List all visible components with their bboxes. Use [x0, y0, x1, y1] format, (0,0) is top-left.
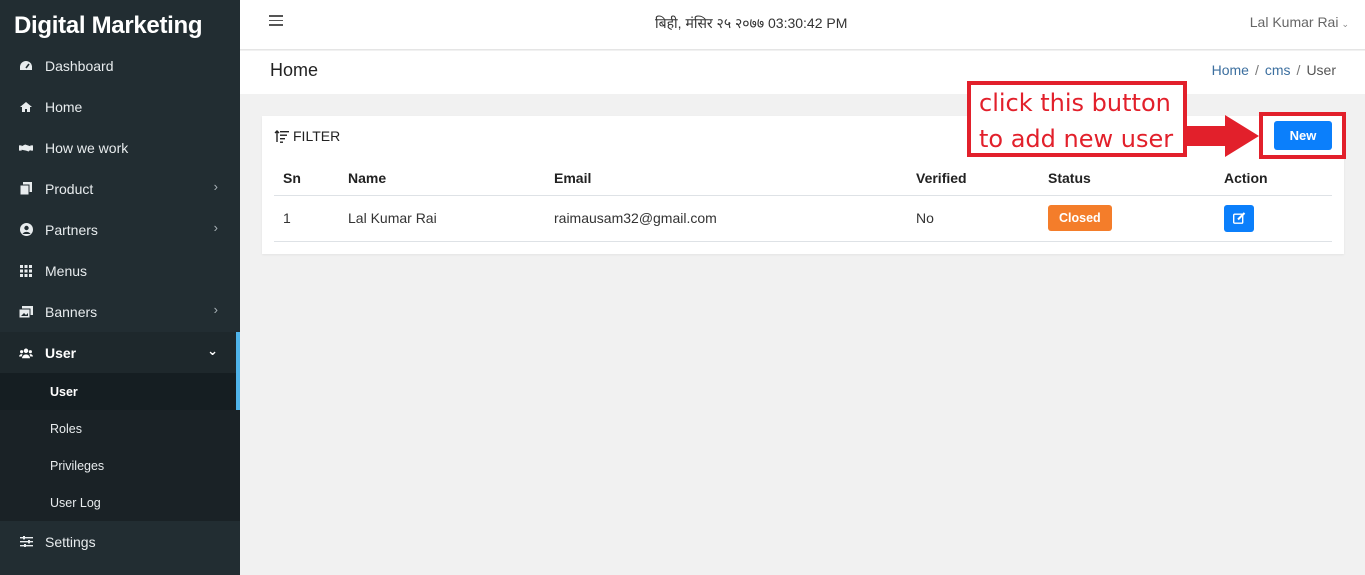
sidebar-item-menus[interactable]: Menus — [0, 250, 240, 291]
sidebar-item-label: How we work — [45, 139, 129, 156]
sidebar-item-label: Banners — [45, 303, 98, 320]
chevron-right-icon: › — [213, 302, 218, 317]
user-name: Lal Kumar Rai — [1249, 14, 1339, 30]
cell-sn: 1 — [274, 195, 339, 242]
chevron-right-icon: › — [213, 179, 218, 194]
edit-button[interactable] — [1224, 204, 1254, 232]
annotation-line-1: click this button — [979, 89, 1171, 117]
submenu-item-privileges[interactable]: Privileges — [0, 447, 236, 484]
page-title: Home — [270, 60, 319, 80]
column-header-name: Name — [339, 161, 545, 196]
chevron-right-icon: › — [213, 220, 218, 235]
submenu-item-user[interactable]: User — [0, 373, 236, 410]
annotation-callout: click this button to add new user — [967, 81, 1187, 157]
sidebar-item-label: Dashboard — [45, 57, 114, 74]
cell-verified: No — [907, 195, 1039, 242]
cell-status: Closed — [1039, 195, 1215, 242]
column-header-email: Email — [545, 161, 907, 196]
copy-icon — [19, 182, 33, 196]
users-table: Sn Name Email Verified Status Action 1 L… — [274, 161, 1332, 242]
breadcrumb-current: User — [1306, 62, 1336, 78]
sidebar: Digital Marketing Dashboard Home How we … — [0, 0, 240, 575]
column-header-verified: Verified — [907, 161, 1039, 196]
user-menu[interactable]: Lal Kumar Rai ⌄ — [1250, 14, 1349, 30]
submenu-item-user-log[interactable]: User Log — [0, 484, 236, 521]
sidebar-item-partners[interactable]: Partners › — [0, 209, 240, 250]
sidebar-item-dashboard[interactable]: Dashboard — [0, 45, 240, 86]
cell-name: Lal Kumar Rai — [339, 195, 545, 242]
column-header-status: Status — [1039, 161, 1215, 196]
sliders-icon — [19, 535, 33, 549]
sidebar-item-label: Product — [45, 180, 94, 197]
grid-icon — [19, 264, 33, 278]
sidebar-item-label: User — [45, 344, 77, 361]
sidebar-item-user[interactable]: User ⌄ — [0, 332, 240, 373]
chevron-down-icon: ⌄ — [1341, 19, 1349, 29]
edit-icon — [1232, 212, 1245, 224]
top-navbar: बिही, मंसिर २५ २०७७ 03:30:42 PM Lal Kuma… — [240, 0, 1365, 50]
annotation-arrow-icon — [1187, 115, 1259, 157]
sidebar-item-home[interactable]: Home — [0, 86, 240, 127]
users-icon — [19, 346, 33, 360]
home-icon — [19, 100, 33, 114]
sidebar-item-label: Settings — [45, 533, 96, 550]
status-badge: Closed — [1048, 205, 1112, 231]
sidebar-item-product[interactable]: Product › — [0, 168, 240, 209]
annotation-highlight-box — [1259, 112, 1346, 159]
breadcrumb-home[interactable]: Home — [1212, 62, 1249, 78]
page-header: Home Home / cms / User — [240, 51, 1365, 94]
brand-title: Digital Marketing — [14, 12, 203, 39]
table-row: 1 Lal Kumar Rai raimausam32@gmail.com No… — [274, 195, 1332, 242]
nepali-datetime: बिही, मंसिर २५ २०७७ 03:30:42 PM — [655, 15, 848, 31]
filter-toggle[interactable]: FILTER — [274, 128, 340, 144]
column-header-sn: Sn — [274, 161, 339, 196]
menu-toggle-icon[interactable] — [269, 15, 283, 27]
user-circle-icon — [19, 223, 33, 237]
filter-label: FILTER — [293, 128, 341, 144]
column-header-action: Action — [1215, 161, 1332, 196]
annotation-line-2: to add new user — [979, 125, 1174, 153]
sidebar-item-settings[interactable]: Settings — [0, 521, 240, 562]
breadcrumb: Home / cms / User — [1212, 62, 1336, 78]
active-accent-bar — [236, 332, 240, 410]
sidebar-item-label: Partners — [45, 221, 98, 238]
sidebar-item-label: Home — [45, 98, 83, 115]
sidebar-item-banners[interactable]: Banners › — [0, 291, 240, 332]
images-icon — [19, 305, 33, 319]
breadcrumb-cms[interactable]: cms — [1265, 62, 1291, 78]
dashboard-icon — [19, 59, 33, 73]
cell-action — [1215, 195, 1332, 242]
breadcrumb-separator: / — [1254, 62, 1259, 78]
cell-email: raimausam32@gmail.com — [545, 195, 907, 242]
breadcrumb-separator: / — [1296, 62, 1301, 78]
sidebar-item-label: Menus — [45, 262, 88, 279]
submenu-item-roles[interactable]: Roles — [0, 410, 236, 447]
table-header-row: Sn Name Email Verified Status Action — [274, 161, 1332, 196]
chevron-down-icon: ⌄ — [207, 343, 218, 358]
sort-filter-icon — [274, 129, 289, 143]
sidebar-item-how-we-work[interactable]: How we work — [0, 127, 240, 168]
handshake-icon — [19, 141, 33, 155]
